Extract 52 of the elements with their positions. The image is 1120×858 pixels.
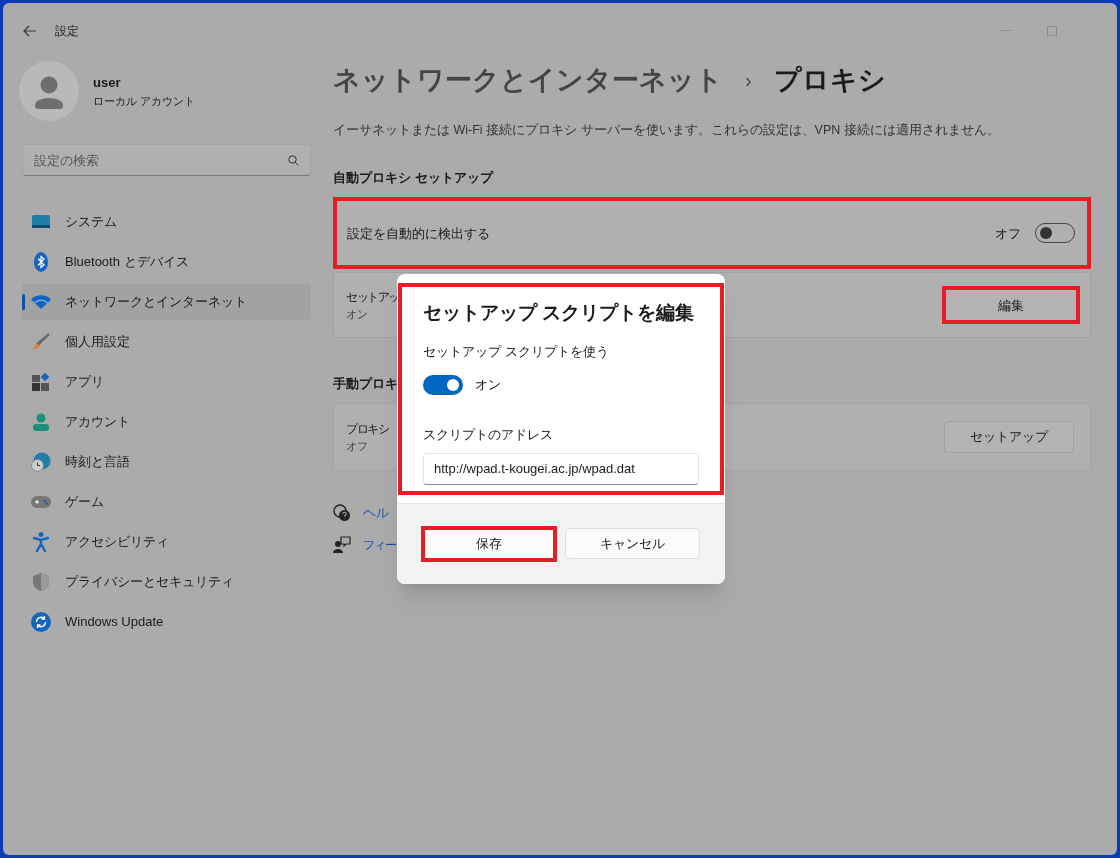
monitor-icon — [32, 215, 50, 229]
apps-icon — [32, 373, 50, 391]
back-arrow-icon[interactable] — [23, 25, 37, 37]
gamepad-icon — [31, 496, 51, 508]
sync-icon — [31, 612, 51, 632]
description: イーサネットまたは Wi-Fi 接続にプロキシ サーバーを使います。これらの設定は、VPN 接続には適用されません。 — [333, 122, 1001, 139]
window-title: 設定 — [55, 23, 79, 40]
toggle-label: セットアップ スクリプトを使う — [423, 342, 610, 361]
save-button[interactable]: 保存 — [425, 530, 553, 558]
nav-item[interactable]: Bluetooth とデバイス — [22, 244, 311, 280]
setting-status: オフ — [346, 438, 369, 454]
toggle-state: オフ — [995, 224, 1021, 243]
nav-item[interactable]: ネットワークとインターネット — [22, 284, 311, 320]
user-name: user — [93, 74, 122, 92]
avatar-icon[interactable] — [19, 61, 79, 121]
nav-item[interactable]: 個人用設定 — [22, 324, 311, 360]
bluetooth-icon — [34, 252, 48, 272]
nav-item[interactable]: アカウント — [22, 404, 311, 440]
nav-item[interactable]: アクセシビリティ — [22, 524, 311, 560]
search-field[interactable]: 設定の検索 — [22, 144, 311, 176]
accessibility-icon — [33, 532, 49, 552]
person-icon — [33, 413, 49, 431]
page-title: プロキシ — [773, 63, 886, 97]
toggle-switch[interactable] — [423, 375, 463, 395]
section-heading: 自動プロキシ セットアップ — [333, 168, 493, 187]
setting-label: 設定を自動的に検出する — [347, 224, 490, 243]
nav-item[interactable]: システム — [22, 204, 311, 240]
nav-item[interactable]: 時刻と言語 — [22, 444, 311, 480]
nav-item[interactable]: ゲーム — [22, 484, 311, 520]
globe-clock-icon — [31, 452, 51, 472]
shield-icon — [33, 573, 49, 591]
paintbrush-icon — [32, 333, 50, 351]
breadcrumb-parent[interactable]: ネットワークとインターネット — [333, 59, 723, 101]
dialog-title: セットアップ スクリプトを編集 — [423, 301, 696, 325]
nav-item[interactable]: Windows Update — [22, 604, 311, 640]
account-type: ローカル アカウント — [93, 93, 196, 109]
setting-status: オン — [346, 307, 369, 322]
address-field[interactable]: http://wpad.t-kougei.ac.jp/wpad.dat — [423, 452, 699, 485]
cancel-button[interactable]: キャンセル — [565, 528, 700, 559]
section-heading: 手動プロキ — [333, 375, 398, 394]
wifi-icon — [31, 295, 51, 309]
nav-item[interactable]: アプリ — [22, 364, 311, 400]
search-icon — [288, 155, 299, 166]
help-link[interactable]: ヘル — [363, 502, 389, 523]
toggle-state: オン — [475, 376, 501, 395]
feedback-icon — [333, 536, 351, 555]
breadcrumb-separator: › — [745, 68, 752, 93]
setup-button[interactable]: セットアップ — [944, 420, 1074, 453]
nav-item[interactable]: プライバシーとセキュリティ — [22, 564, 311, 600]
field-label: スクリプトのアドレス — [423, 426, 554, 444]
help-icon — [333, 503, 351, 522]
setting-label: プロキシ — [346, 420, 388, 438]
